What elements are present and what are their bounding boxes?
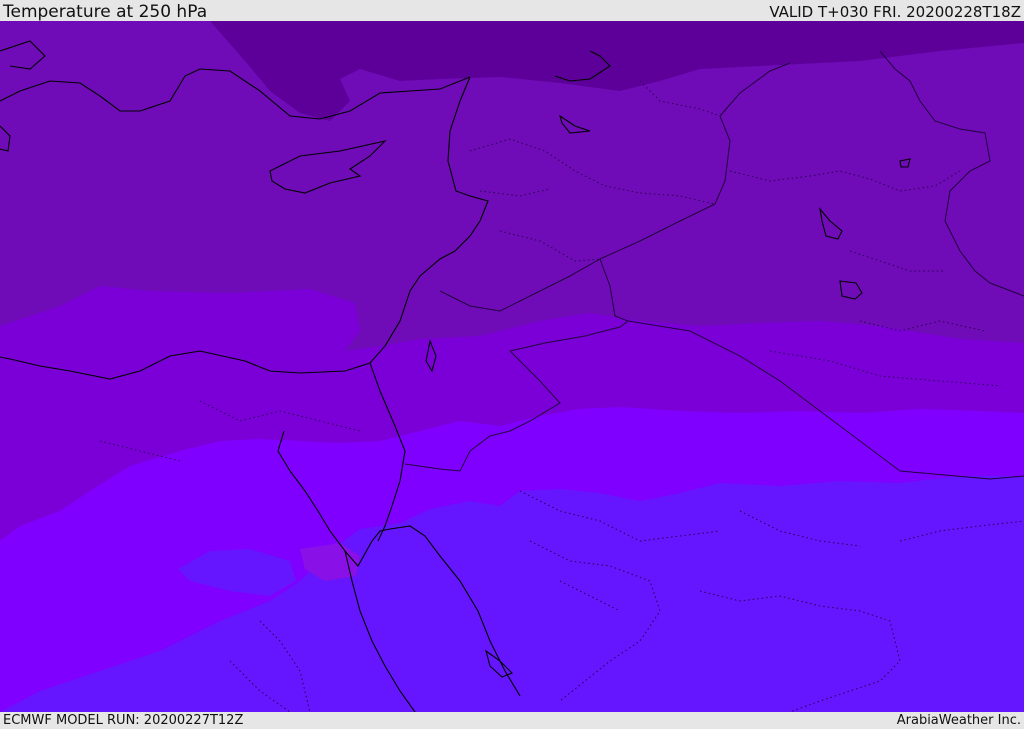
footer-bar: ECMWF MODEL RUN: 20200227T12Z ArabiaWeat… xyxy=(0,712,1024,729)
valid-time: VALID T+030 FRI. 20200228T18Z xyxy=(769,3,1021,21)
map-canvas xyxy=(0,21,1024,712)
model-run: ECMWF MODEL RUN: 20200227T12Z xyxy=(3,713,244,728)
temperature-map[interactable] xyxy=(0,21,1024,712)
header-bar: Temperature at 250 hPa VALID T+030 FRI. … xyxy=(0,0,1024,22)
map-title: Temperature at 250 hPa xyxy=(3,2,208,22)
brand-credit: ArabiaWeather Inc. xyxy=(896,713,1021,728)
